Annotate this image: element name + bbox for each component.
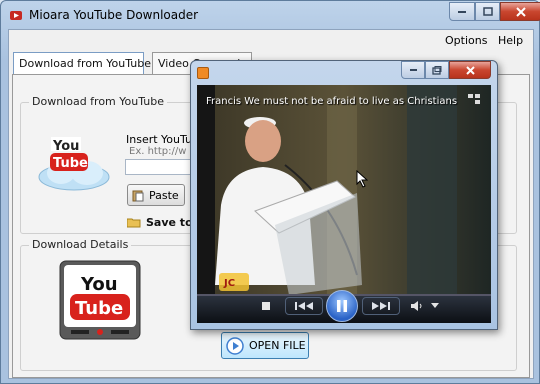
- player-maximize-button[interactable]: [425, 61, 449, 79]
- download-group-title: Download from YouTube: [29, 95, 167, 108]
- next-icon: [372, 302, 390, 310]
- example-url-label: Ex. http://w: [129, 146, 187, 157]
- video-frame-image: JC: [197, 85, 491, 323]
- player-minimize-button[interactable]: [401, 61, 425, 79]
- media-player-icon: [197, 67, 209, 79]
- youtube-cloud-logo-icon: You Tube: [38, 137, 110, 191]
- minimize-button[interactable]: [449, 2, 475, 21]
- video-title-label: Francis We must not be afraid to live as…: [206, 96, 458, 107]
- minimize-icon: [458, 10, 466, 13]
- app-icon: [10, 11, 22, 20]
- open-file-button[interactable]: OPEN FILE: [221, 332, 309, 359]
- svg-text:JC: JC: [223, 278, 235, 289]
- svg-text:Tube: Tube: [53, 156, 88, 171]
- window-title: Mioara YouTube Downloader: [29, 8, 199, 22]
- insert-url-label: Insert YouTub: [126, 133, 200, 146]
- paste-icon: [132, 190, 144, 201]
- open-file-label: OPEN FILE: [249, 339, 306, 352]
- details-group-title: Download Details: [29, 238, 132, 251]
- stop-button[interactable]: [259, 299, 273, 313]
- play-circle-icon: [226, 336, 244, 355]
- pause-icon: [337, 300, 347, 312]
- close-button[interactable]: [500, 2, 540, 21]
- save-to-label: Save to: [146, 216, 193, 229]
- speaker-icon: [411, 301, 422, 311]
- youtube-tv-logo-icon: You Tube: [59, 260, 141, 340]
- title-bar[interactable]: Mioara YouTube Downloader: [1, 1, 540, 29]
- pause-button[interactable]: [326, 290, 358, 322]
- menu-bar: Options Help: [9, 30, 533, 52]
- svg-text:Tube: Tube: [75, 298, 123, 319]
- close-icon: [516, 6, 526, 17]
- media-player-window: JC Francis We must not be afraid to live…: [190, 60, 498, 330]
- close-icon: [465, 65, 475, 75]
- paste-button[interactable]: Paste: [127, 184, 185, 206]
- svg-text:You: You: [52, 139, 79, 154]
- restore-icon: [432, 65, 442, 75]
- maximize-button[interactable]: [475, 2, 500, 21]
- volume-dropdown[interactable]: [429, 299, 441, 313]
- maximize-icon: [482, 7, 493, 16]
- player-close-button[interactable]: [449, 61, 491, 79]
- paste-label: Paste: [149, 188, 179, 202]
- video-area[interactable]: JC Francis We must not be afraid to live…: [197, 85, 491, 323]
- svg-text:You: You: [80, 274, 118, 295]
- menu-help[interactable]: Help: [498, 34, 523, 47]
- next-button[interactable]: [362, 297, 400, 315]
- chevron-down-icon: [431, 303, 439, 308]
- folder-icon: [127, 218, 141, 228]
- menu-options[interactable]: Options: [445, 34, 487, 47]
- save-to-button[interactable]: Save to: [127, 216, 193, 229]
- tab-download-from-youtube[interactable]: Download from YouTube: [13, 52, 151, 74]
- tab-label: Download from YouTube: [19, 57, 151, 70]
- mute-button[interactable]: [409, 299, 425, 313]
- mouse-cursor-icon: [356, 170, 368, 188]
- stop-icon: [262, 302, 270, 310]
- previous-button[interactable]: [285, 297, 323, 315]
- previous-icon: [295, 302, 313, 310]
- switch-view-icon: [468, 94, 480, 104]
- minimize-icon: [409, 69, 417, 71]
- switch-to-library-button[interactable]: [463, 91, 485, 107]
